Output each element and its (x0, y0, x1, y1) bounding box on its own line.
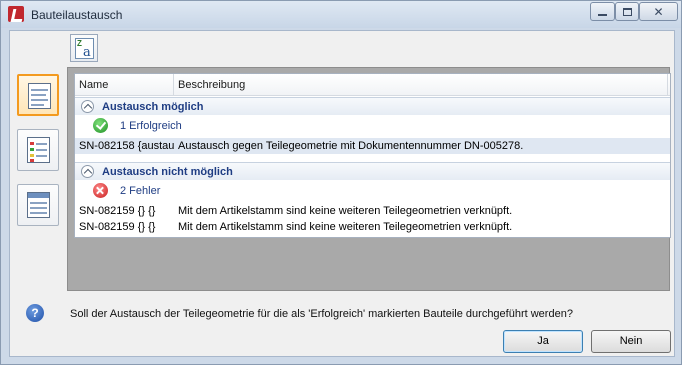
dialog-content: Z a Name Beschreibung Austausch möglich … (9, 30, 675, 357)
group-header-not-possible[interactable]: Austausch nicht möglich (75, 162, 670, 180)
group-header-possible[interactable]: Austausch möglich (75, 97, 670, 115)
row-name: SN-082159 {} {} (79, 221, 156, 233)
list-view-icon (28, 83, 51, 109)
results-panel: Name Beschreibung Austausch möglich 1 Er… (67, 67, 671, 291)
minimize-icon (598, 13, 607, 16)
excel-export-button[interactable]: Z a (70, 34, 98, 62)
table-row[interactable]: SN-082159 {} {} Mit dem Artikelstamm sin… (75, 219, 670, 235)
dialog-window: Bauteilaustausch ✕ Z a Name Beschreibung… (0, 0, 682, 365)
maximize-icon (622, 7, 632, 16)
grid-view-icon (27, 192, 50, 218)
row-name: SN-082158 {austau (79, 140, 174, 152)
status-success-row: 1 Erfolgreich (75, 117, 670, 135)
status-count: 1 Erfolgreich (120, 120, 182, 132)
row-description: Mit dem Artikelstamm sind keine weiteren… (178, 221, 513, 233)
app-logo-icon (8, 6, 24, 22)
table-view-icon (27, 137, 50, 163)
table-row[interactable]: SN-082158 {austau Austausch gegen Teileg… (75, 138, 670, 154)
title-bar[interactable]: Bauteilaustausch ✕ (1, 1, 681, 28)
sidebar-item-list-view[interactable] (17, 74, 59, 116)
close-button[interactable]: ✕ (639, 2, 678, 21)
minimize-button[interactable] (590, 2, 615, 21)
row-description: Austausch gegen Teilegeometrie mit Dokum… (178, 140, 524, 152)
yes-button[interactable]: Ja (503, 330, 583, 353)
column-header-name[interactable]: Name (79, 79, 108, 91)
column-header-description[interactable]: Beschreibung (178, 79, 245, 91)
success-check-icon (93, 118, 108, 133)
status-error-row: 2 Fehler (75, 182, 670, 200)
row-description: Mit dem Artikelstamm sind keine weiteren… (178, 205, 513, 217)
group-title: Austausch möglich (102, 101, 204, 113)
close-icon: ✕ (653, 4, 664, 19)
column-headers: Name Beschreibung (75, 74, 670, 96)
row-name: SN-082159 {} {} (79, 205, 156, 217)
window-title: Bauteilaustausch (31, 8, 123, 22)
sidebar-item-grid-view[interactable] (17, 184, 59, 226)
collapse-icon[interactable] (81, 100, 94, 113)
status-count: 2 Fehler (120, 185, 161, 197)
group-title: Austausch nicht möglich (102, 166, 233, 178)
collapse-icon[interactable] (81, 165, 94, 178)
maximize-button[interactable] (615, 2, 639, 21)
results-list[interactable]: Name Beschreibung Austausch möglich 1 Er… (74, 73, 671, 238)
question-icon: ? (26, 304, 44, 322)
excel-export-icon: Z a (75, 38, 94, 60)
confirmation-question: Soll der Austausch der Teilegeometrie fü… (70, 308, 573, 320)
sidebar-item-table-view[interactable] (17, 129, 59, 171)
table-row[interactable]: SN-082159 {} {} Mit dem Artikelstamm sin… (75, 203, 670, 219)
no-button[interactable]: Nein (591, 330, 671, 353)
error-x-icon (93, 183, 108, 198)
